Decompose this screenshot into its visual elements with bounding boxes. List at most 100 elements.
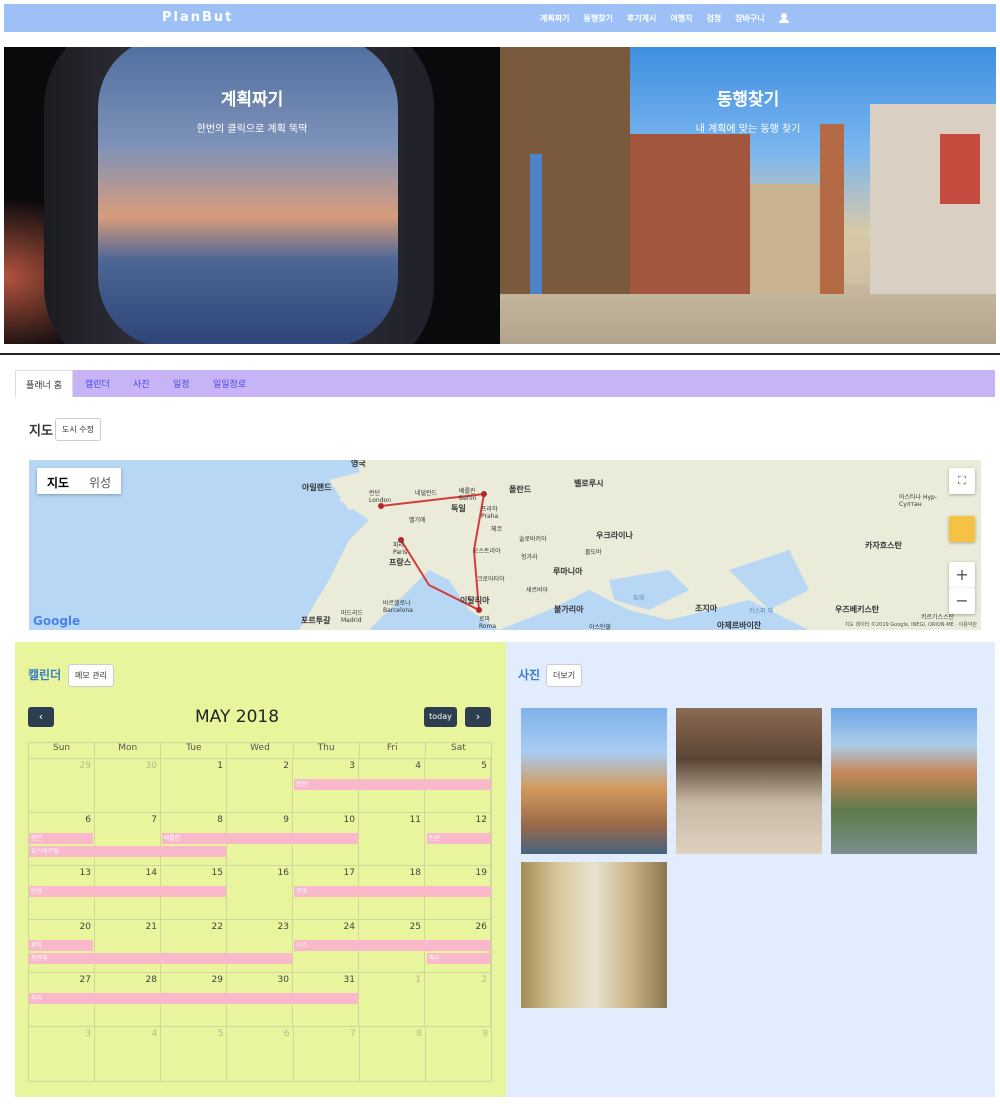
prev-month-button[interactable]: ‹ [28,707,54,727]
calendar-heading: 캘린더 [28,668,62,682]
section-divider [0,353,1000,355]
hero-companion-banner[interactable]: 동행찾기 내 계획에 맞는 동행 찾기 [500,47,996,344]
weekday-label: Mon [95,743,162,759]
nav-link-destinations[interactable]: 여행지 [670,13,692,24]
edit-cities-button[interactable]: 도시 수정 [55,418,101,441]
nav-link-companion[interactable]: 동행찾기 [583,13,612,24]
calendar-day-cell[interactable]: 1 [161,759,227,812]
calendar-day-cell[interactable]: 2 [227,759,293,812]
map-heading: 지도 [29,424,53,439]
hero-plan-banner[interactable]: 계획짜기 한번의 클릭으로 계획 뚝딱 [4,47,500,344]
photo-thumbnail[interactable] [521,708,667,854]
calendar-day-cell[interactable]: 9 [426,1027,491,1081]
calendar-grid: Sun Mon Tue Wed Thu Fri Sat 29 30 1 2 3 4 5 런던 6… [28,742,492,1082]
flag-decoration [530,154,542,294]
hero-plan-subtitle: 한번의 클릭으로 계획 뚝딱 [196,124,308,135]
map-label: 이스탄불 [589,624,612,630]
calendar-event[interactable]: 빈센 [426,832,491,844]
tab-daily-route[interactable]: 일일정로 [213,377,246,390]
calendar-event[interactable]: 런던 [29,832,94,844]
map-label: 바르셀로나 Barcelona [383,600,413,614]
map-type-map[interactable]: 지도 [37,468,79,494]
map-label: 아스타나 Нур-Султан [899,494,938,508]
calendar-week-row: 6 7 8 9 10 11 12 런던 베를린 빈센 암스테르담 [29,812,491,867]
photo-thumbnail[interactable] [831,708,977,854]
nav-link-check[interactable]: 검정 [706,13,721,24]
map-label: 이탈리아 [460,596,490,605]
more-photos-button[interactable]: 더보기 [546,664,583,687]
map-type-satellite[interactable]: 위성 [79,468,121,494]
calendar-day-cell[interactable]: 29 [29,759,95,812]
map-label: 마드리드 Madrid [341,610,364,624]
calendar-event[interactable]: 런던 [294,779,491,790]
map-type-toggle: 지도 위성 [37,468,121,494]
calendar-day-cell[interactable]: 4 [95,1026,162,1081]
calendar-day-cell[interactable]: 16 [227,866,293,919]
calendar-event[interactable]: 니스 [294,939,491,951]
calendar-day-cell[interactable]: 11 [359,812,425,866]
billboard-decoration [940,134,980,204]
calendar-week-row: 27 28 29 30 31 1 2 파리 [29,973,491,1027]
calendar-event[interactable]: 빈센 [29,886,226,898]
calendar-day-cell[interactable]: 22 [161,919,227,973]
calendar-event[interactable]: 암스테르담 [29,845,226,857]
brand-logo[interactable]: PlanBut [162,10,233,25]
map-label: 프라하 Praha [481,506,499,520]
today-button[interactable]: today [424,707,457,727]
photo-thumbnail[interactable] [521,862,667,1008]
map-label: 폴란드 [509,485,532,494]
tab-planner-home[interactable]: 플래너 홈 [15,370,73,397]
photo-thumbnail[interactable] [676,708,822,854]
next-month-button[interactable]: › [465,707,491,727]
calendar-event[interactable]: 베를린 [161,832,359,844]
hero-companion-subtitle: 내 계획에 맞는 동행 찾기 [695,124,801,135]
map-label: 체코 [491,526,503,533]
map-label: 파리 Paris [393,542,408,556]
calendar-event[interactable]: 파리 [426,952,491,964]
tab-schedule[interactable]: 일정 [173,377,190,390]
calendar-event[interactable]: 피렌체 [29,952,293,964]
calendar-day-cell[interactable]: 6 [227,1026,294,1081]
map-label: 세르비아 [526,587,549,594]
calendar-day-cell[interactable]: 1 [359,973,425,1026]
hero-companion-title: 동행찾기 [716,90,780,110]
map-attribution[interactable]: 지도 데이터 ©2019 Google, INEGI, ORION-ME · 이… [845,621,977,628]
map-label: 독일 [451,504,466,513]
calendar-day-cell[interactable]: 7 [95,812,161,866]
calendar-day-cell[interactable]: 5 [161,1026,228,1081]
photo-panel: 사진 더보기 [506,642,995,1097]
route-map[interactable]: 지도 위성 ⛶ + − 영국 아일랜드 런던 London 네덜란드 베를린 B… [29,460,981,630]
map-label: 벨로루시 [574,479,604,488]
nav-link-plan[interactable]: 계획짜기 [540,13,569,24]
calendar-day-cell[interactable]: 8 [360,1026,426,1081]
map-label: 포르투갈 [301,616,331,625]
tab-calendar[interactable]: 캘린더 [85,377,110,390]
weekday-label: Sun [29,743,96,759]
calendar-event[interactable]: 파리 [29,993,359,1005]
tab-photos[interactable]: 사진 [133,377,150,390]
nav-link-reviews[interactable]: 후기게시 [627,13,656,24]
calendar-day-cell[interactable]: 3 [29,1026,96,1081]
map-label: 네덜란드 [415,490,438,497]
calendar-event[interactable]: 로마 [294,886,491,898]
calendar-event[interactable]: 로마 [29,939,94,951]
street-view-pegman-icon[interactable] [949,516,975,542]
memo-manage-button[interactable]: 메모 관리 [68,664,114,687]
fullscreen-icon[interactable]: ⛶ [949,468,975,494]
map-label: 슬로바키아 [519,536,547,543]
user-icon[interactable] [778,13,789,23]
map-label: 조지아 [695,604,718,613]
weekday-header: Sun Mon Tue Wed Thu Fri Sat [29,743,491,759]
nav-link-cart[interactable]: 장바구니 [735,13,764,24]
calendar-day-cell[interactable]: 2 [425,973,491,1026]
zoom-out-icon[interactable]: − [949,588,975,614]
map-label: 오스트리아 [473,548,501,555]
weekday-label: Sat [425,743,491,759]
top-navbar: PlanBut 계획짜기 동행찾기 후기게시 여행지 검정 장바구니 [4,4,996,32]
calendar-day-cell[interactable]: 21 [95,919,161,973]
calendar-day-cell[interactable]: 23 [227,919,293,973]
zoom-in-icon[interactable]: + [949,562,975,588]
calendar-day-cell[interactable]: 30 [95,759,161,812]
calendar-day-cell[interactable]: 7 [294,1026,360,1081]
calendar-week-row: 3456789 [29,1026,491,1081]
